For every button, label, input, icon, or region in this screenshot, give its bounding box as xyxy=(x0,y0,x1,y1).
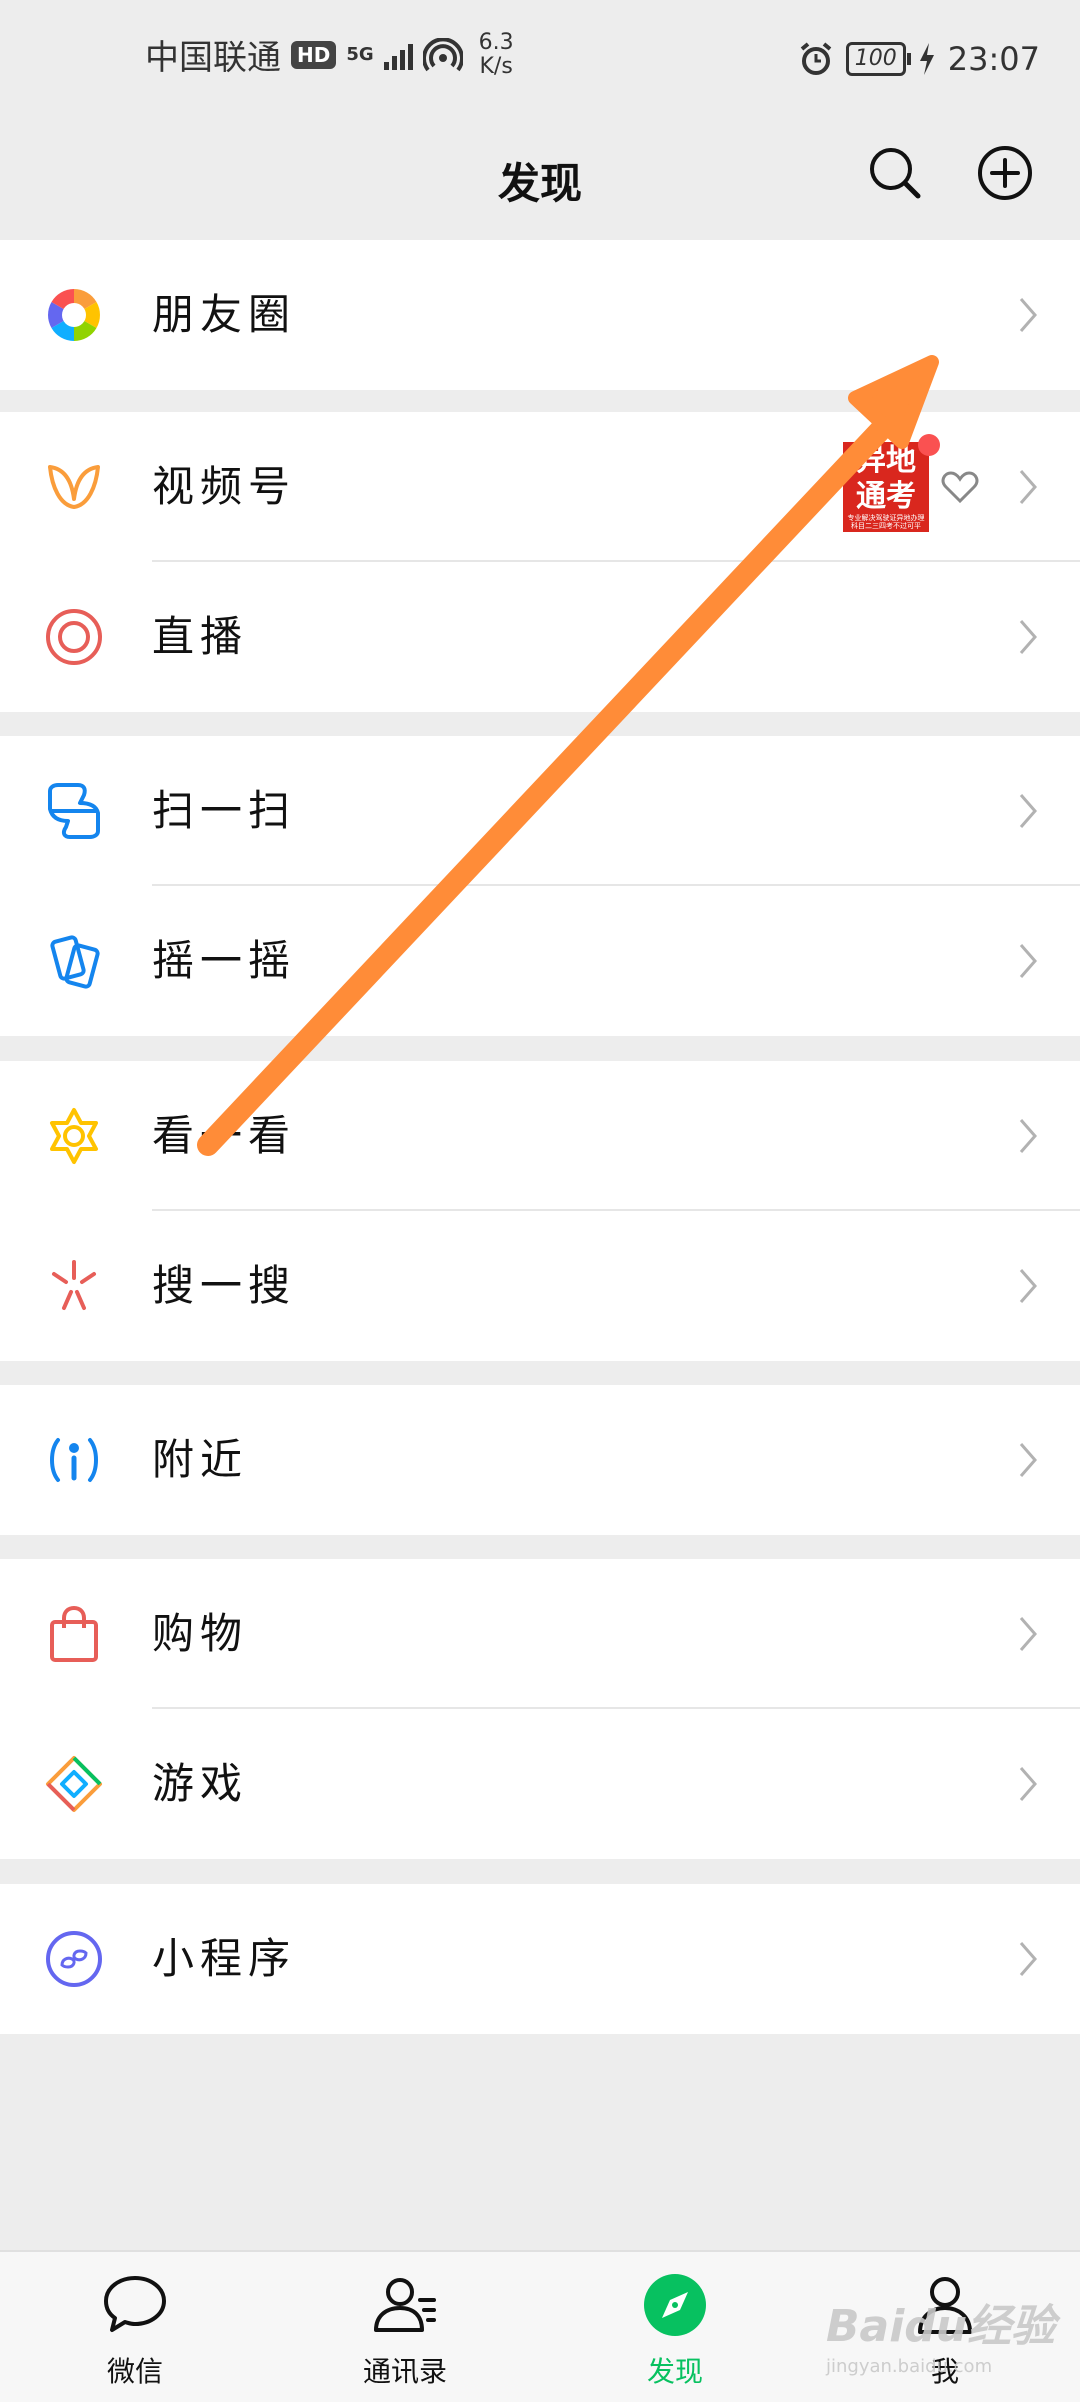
group-scan: 扫一扫 摇一摇 xyxy=(0,736,1080,1036)
alarm-icon xyxy=(800,42,832,75)
scan-icon xyxy=(48,783,100,839)
signal-icon xyxy=(383,40,413,70)
compass-icon xyxy=(644,2274,706,2336)
charging-icon xyxy=(919,43,934,75)
heart-icon xyxy=(941,471,979,504)
carrier-name: 中国联通 xyxy=(145,38,281,78)
add-icon[interactable] xyxy=(975,143,1035,203)
network-speed: 6.3 K/s xyxy=(478,29,514,79)
search-icon[interactable] xyxy=(865,143,925,203)
menu-item-nearby[interactable]: 附近 xyxy=(0,1385,1080,1535)
menu-item-mini-programs[interactable]: 小程序 xyxy=(0,1884,1080,2034)
games-diamond-icon xyxy=(46,1756,102,1812)
group-top-stories: 看一看 搜一搜 xyxy=(0,1061,1080,1361)
chevron-right-icon xyxy=(1019,470,1037,504)
shopping-bag-icon xyxy=(50,1605,98,1662)
group-moments: 朋友圈 xyxy=(0,240,1080,390)
group-shopping: 购物 游戏 xyxy=(0,1559,1080,1859)
menu-item-channels[interactable]: 视频号 异地 通考 专业解决驾驶证异地办理 科目二三四考不过可平 xyxy=(0,412,1080,562)
menu-label-search: 搜一搜 xyxy=(152,1261,297,1310)
hotspot-icon xyxy=(422,37,463,71)
chevron-right-icon xyxy=(1019,794,1037,828)
watermark-url: jingyan.baidu.com xyxy=(826,2356,993,2377)
menu-label-shopping: 购物 xyxy=(152,1609,249,1658)
menu-label-nearby: 附近 xyxy=(152,1435,249,1484)
menu-label-scan: 扫一扫 xyxy=(152,786,297,835)
tab-label-chats: 微信 xyxy=(106,2355,163,2388)
network-type: 5G xyxy=(346,43,374,65)
group-mini-programs: 小程序 xyxy=(0,1884,1080,2034)
group-channels: 视频号 异地 通考 专业解决驾驶证异地办理 科目二三四考不过可平 直播 xyxy=(0,412,1080,712)
search-sparkle-icon xyxy=(52,1260,96,1310)
live-icon xyxy=(46,609,102,665)
channels-butterfly-icon xyxy=(48,465,100,509)
menu-label-live: 直播 xyxy=(152,612,249,661)
chevron-right-icon xyxy=(1019,1942,1037,1976)
chevron-right-icon xyxy=(1019,1443,1037,1477)
menu-item-shopping[interactable]: 购物 xyxy=(0,1559,1080,1709)
notification-dot xyxy=(918,434,940,456)
shake-phone-icon xyxy=(50,935,100,989)
menu-item-search[interactable]: 搜一搜 xyxy=(0,1211,1080,1361)
tab-label-discover: 发现 xyxy=(646,2355,703,2388)
channels-thumbnail: 异地 通考 专业解决驾驶证异地办理 科目二三四考不过可平 xyxy=(843,442,929,532)
menu-item-live[interactable]: 直播 xyxy=(0,562,1080,712)
chevron-right-icon xyxy=(1019,944,1037,978)
group-nearby: 附近 xyxy=(0,1385,1080,1535)
chevron-right-icon xyxy=(1019,1617,1037,1651)
menu-label-channels: 视频号 xyxy=(152,462,297,511)
menu-item-games[interactable]: 游戏 xyxy=(0,1709,1080,1859)
hd-badge: HD xyxy=(291,40,337,69)
nearby-person-icon xyxy=(50,1438,98,1482)
mini-program-icon xyxy=(46,1931,102,1987)
moments-aperture-icon xyxy=(48,289,100,341)
clock: 23:07 xyxy=(947,40,1040,78)
battery-indicator: 100 xyxy=(845,42,911,76)
menu-item-top-stories[interactable]: 看一看 xyxy=(0,1061,1080,1211)
menu-label-top-stories: 看一看 xyxy=(152,1111,297,1160)
chevron-right-icon xyxy=(1019,298,1037,332)
watermark-brand: Baidu经验 xyxy=(826,2301,1056,2352)
tab-discover[interactable]: 发现 xyxy=(540,2252,810,2402)
chevron-right-icon xyxy=(1019,1269,1037,1303)
tab-label-contacts: 通讯录 xyxy=(362,2355,447,2388)
menu-label-games: 游戏 xyxy=(152,1759,249,1808)
status-bar: 中国联通 HD 5G 6.3 K/s 100 23:07 xyxy=(0,0,1080,130)
menu-label-moments: 朋友圈 xyxy=(152,290,297,339)
tab-chats[interactable]: 微信 xyxy=(0,2252,270,2402)
menu-item-moments[interactable]: 朋友圈 xyxy=(0,240,1080,390)
contacts-icon xyxy=(374,2278,436,2332)
chat-bubble-icon xyxy=(104,2276,166,2332)
chevron-right-icon xyxy=(1019,1767,1037,1801)
chevron-right-icon xyxy=(1019,1119,1037,1153)
menu-item-shake[interactable]: 摇一摇 xyxy=(0,886,1080,1036)
baidu-watermark: Baidu经验 jingyan.baidu.com xyxy=(826,2290,1066,2390)
menu-item-scan[interactable]: 扫一扫 xyxy=(0,736,1080,886)
chevron-right-icon xyxy=(1019,620,1037,654)
top-stories-icon xyxy=(50,1108,98,1164)
menu-label-shake: 摇一摇 xyxy=(152,936,297,985)
header-bar: 发现 xyxy=(0,130,1080,240)
menu-label-mini-programs: 小程序 xyxy=(152,1934,297,1983)
tab-contacts[interactable]: 通讯录 xyxy=(270,2252,540,2402)
